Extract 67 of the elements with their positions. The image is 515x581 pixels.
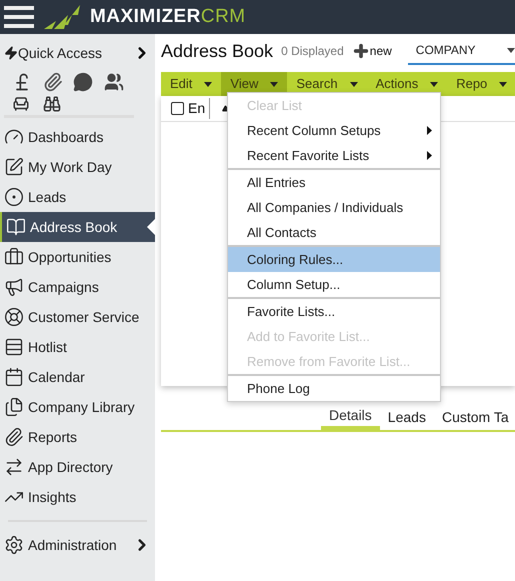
megaphone-icon <box>4 277 24 297</box>
chat-bubble-icon[interactable] <box>73 72 93 92</box>
logo-text: MAXIMIZERCRM <box>90 4 246 29</box>
pointer-notch-icon <box>147 219 155 235</box>
sidebar-item[interactable]: Opportunities <box>0 242 155 272</box>
menu-button[interactable]: Repo <box>447 72 515 96</box>
tab[interactable]: Custom Ta <box>434 404 515 430</box>
calendar-icon <box>4 367 24 387</box>
caret-icon <box>499 82 508 86</box>
logo-icon <box>42 3 82 31</box>
sidebar-item[interactable]: Company Library <box>0 392 155 422</box>
menu-item[interactable]: Coloring Rules... <box>228 247 440 272</box>
menu-item[interactable]: All Entries <box>228 170 440 195</box>
caret-icon <box>204 82 212 86</box>
sidebar-item[interactable]: Campaigns <box>0 272 155 302</box>
menu-item[interactable]: Phone Log <box>228 376 440 401</box>
displayed-count: 0 Displayed <box>281 43 344 60</box>
menu-item[interactable]: Column Setup... <box>228 272 440 297</box>
book-icon <box>6 217 26 237</box>
sidebar-item[interactable]: My Work Day <box>0 152 155 182</box>
caret-icon <box>270 82 278 86</box>
sidebar-item[interactable]: App Directory <box>0 452 155 482</box>
lifebuoy-icon <box>4 307 24 327</box>
tab[interactable]: Leads <box>380 404 434 430</box>
submenu-arrow-icon <box>427 151 432 160</box>
caret-icon <box>507 48 515 52</box>
menu-button[interactable]: Search <box>287 72 367 96</box>
menu-item[interactable]: Favorite Lists... <box>228 299 440 324</box>
sidebar-item[interactable]: Hotlist <box>0 332 155 362</box>
settings-icon <box>4 535 24 555</box>
page-title: Address Book <box>161 40 274 62</box>
search-type-dropdown[interactable]: COMPANY <box>408 37 515 65</box>
sidebar-item[interactable]: Customer Service <box>0 302 155 332</box>
people-icon[interactable] <box>104 72 124 92</box>
menu-item[interactable]: All Companies / Individuals <box>228 195 440 220</box>
menu-button[interactable]: Edit <box>161 72 222 96</box>
plus-icon <box>352 42 370 60</box>
paperclip-icon[interactable] <box>42 72 62 92</box>
submenu-arrow-icon <box>427 126 432 135</box>
menu-item[interactable]: Recent Favorite Lists <box>228 143 440 168</box>
column-header[interactable]: En <box>188 98 210 119</box>
document-icon <box>4 397 24 417</box>
menu-icon[interactable] <box>4 5 34 29</box>
paperclip-icon <box>4 427 24 447</box>
sidebar-item[interactable]: Reports <box>0 422 155 452</box>
binoculars-icon[interactable] <box>42 94 60 112</box>
sidebar-item[interactable]: Dashboards <box>0 122 155 152</box>
new-button[interactable]: new <box>352 42 392 60</box>
pencil-square-icon <box>4 157 24 177</box>
sidebar-item[interactable]: Calendar <box>0 362 155 392</box>
briefcase-icon <box>4 247 24 267</box>
arrows-icon <box>4 457 24 477</box>
checkbox[interactable] <box>171 102 184 115</box>
sidebar-item[interactable]: Administration <box>0 530 155 560</box>
sidebar-item[interactable]: Address Book <box>0 212 155 242</box>
chair-icon[interactable] <box>12 94 30 112</box>
target-icon <box>4 187 24 207</box>
lightning-icon <box>4 46 18 60</box>
list-icon <box>4 337 24 357</box>
sidebar-item[interactable]: Leads <box>0 182 155 212</box>
menu-button[interactable]: Actions <box>366 72 448 96</box>
menu-item[interactable]: All Contacts <box>228 220 440 245</box>
caret-icon <box>350 82 358 86</box>
menu-item[interactable]: Recent Column Setups <box>228 118 440 143</box>
quick-access-link[interactable]: Quick Access <box>18 42 133 64</box>
sidebar-item[interactable]: Insights <box>0 482 155 512</box>
caret-icon <box>430 82 438 86</box>
